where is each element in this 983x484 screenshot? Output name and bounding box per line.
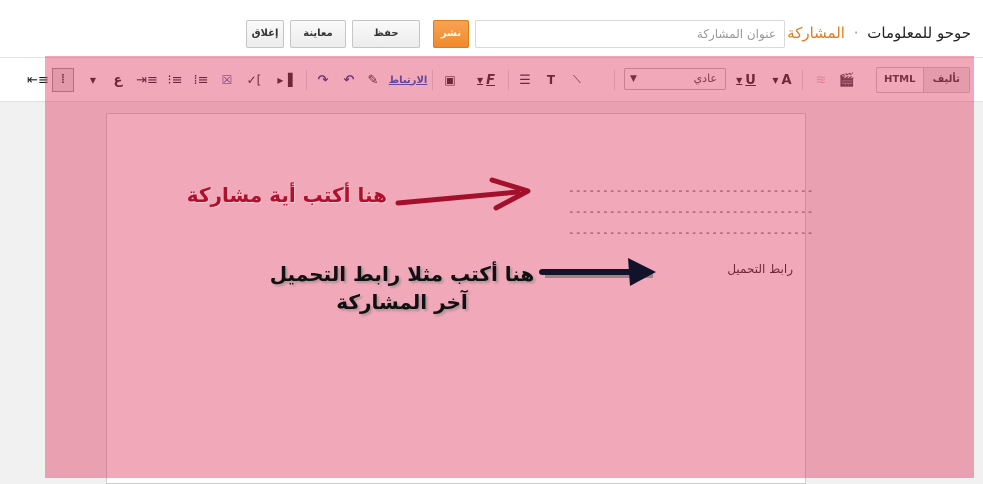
annotation-arrows xyxy=(395,177,656,286)
dark-arrow-icon xyxy=(539,258,656,286)
annotation-write-link: هنا أكتب مثلا رابط التحميل آخر المشاركة xyxy=(269,262,535,314)
annotation-write-post: هنا أكتب أية مشاركة xyxy=(186,183,387,207)
red-arrow-icon xyxy=(395,177,531,211)
blogger-editor: حوحو للمعلومات · المشاركة عنوان المشاركة… xyxy=(0,0,983,484)
